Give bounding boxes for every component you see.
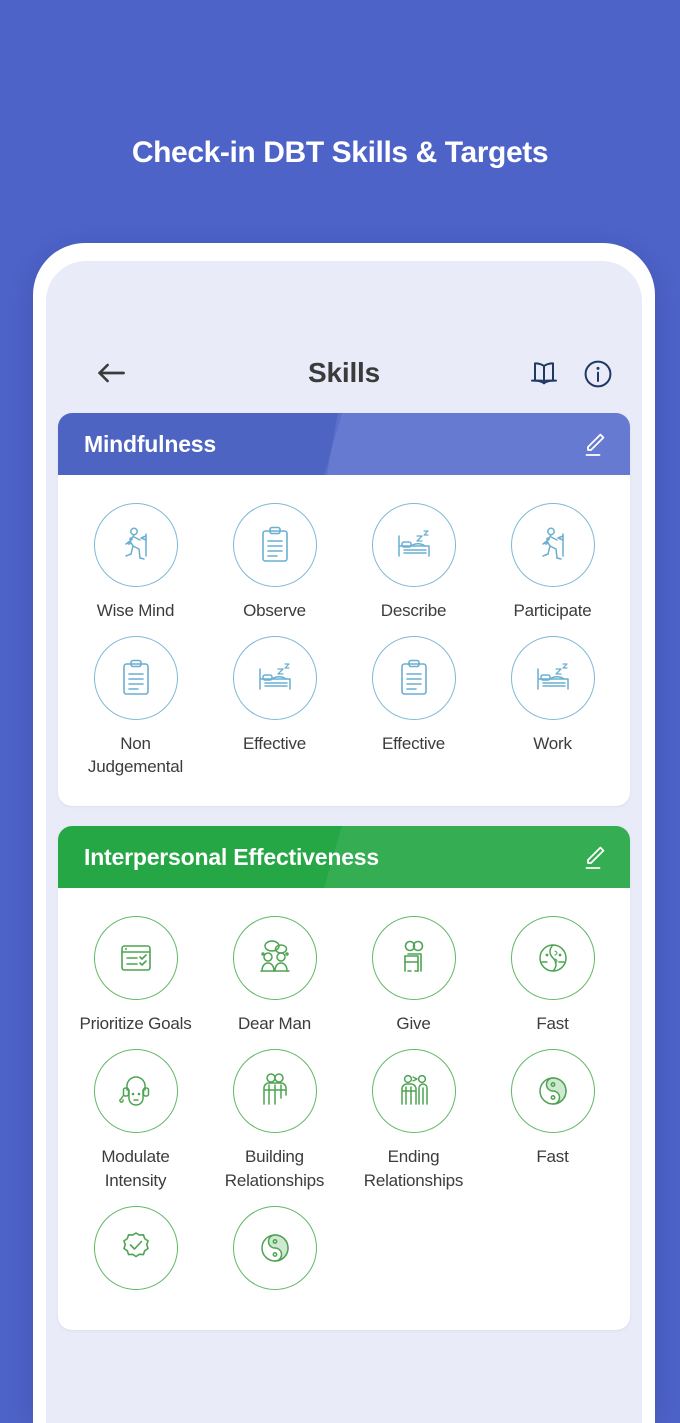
skill-icon-circle: [232, 1205, 317, 1290]
bed-sleep-icon: [530, 655, 576, 701]
clipboard-icon: [391, 655, 437, 701]
skill-label: Modulate Intensity: [101, 1147, 170, 1190]
checklist-window-icon: [113, 935, 159, 981]
people-at-desk-icon: [391, 935, 437, 981]
skill-work[interactable]: Work: [483, 636, 622, 784]
skill-wise-mind[interactable]: Wise Mind: [66, 503, 205, 628]
skill-dear-man[interactable]: Dear Man: [205, 916, 344, 1041]
two-people-talking-icon: [252, 935, 298, 981]
skill-yin-yang[interactable]: [205, 1205, 344, 1308]
skill-label: Fast: [536, 1014, 569, 1034]
check-badge-icon: [113, 1225, 159, 1271]
skill-participate[interactable]: Participate: [483, 503, 622, 628]
skill-label: Non Judgemental: [87, 734, 184, 777]
skill-icon-circle: [510, 1049, 595, 1134]
skill-modulate-intensity[interactable]: Modulate Intensity: [66, 1049, 205, 1197]
pencil-edit-icon[interactable]: [580, 843, 608, 871]
bed-sleep-icon: [391, 522, 437, 568]
phone-frame: Skills Mindfulness Wise Mind Observe Des…: [33, 243, 655, 1423]
info-icon[interactable]: [582, 358, 614, 390]
skill-effective-1[interactable]: Effective: [205, 636, 344, 784]
skill-label: Ending Relationships: [363, 1147, 464, 1190]
skill-label: Observe: [243, 601, 306, 620]
skill-non-judgemental[interactable]: Non Judgemental: [66, 636, 205, 784]
pencil-edit-icon[interactable]: [580, 430, 608, 458]
skill-icon-circle: [371, 503, 456, 587]
skill-label: Wise Mind: [96, 601, 175, 620]
two-people-together-icon: [252, 1068, 298, 1114]
section-card-interpersonal: Interpersonal Effectiveness Prioritize G…: [58, 826, 630, 1330]
section-header-interpersonal[interactable]: Interpersonal Effectiveness: [58, 826, 630, 889]
skill-prioritize-goals[interactable]: Prioritize Goals: [66, 916, 205, 1041]
section-header-mindfulness[interactable]: Mindfulness: [58, 413, 630, 475]
skill-icon-circle: [93, 1049, 178, 1134]
hiker-walking-icon: [530, 522, 576, 568]
skill-effective-2[interactable]: Effective: [344, 636, 483, 784]
skill-check-badge[interactable]: [66, 1205, 205, 1308]
skill-icon-circle: [93, 503, 178, 587]
skill-grid-interpersonal: Prioritize Goals Dear Man Give Fast Modu…: [58, 888, 630, 1329]
skill-icon-circle: [232, 916, 317, 1001]
skill-label: Effective: [242, 734, 307, 754]
skills-sections: Mindfulness Wise Mind Observe Describe P…: [46, 413, 642, 1330]
hiker-walking-icon: [113, 522, 159, 568]
page-title: Check-in DBT Skills & Targets: [131, 136, 549, 169]
skill-label: Fast: [536, 1147, 569, 1167]
yin-yang-icon: [252, 1225, 298, 1271]
skill-label: Describe: [380, 601, 447, 620]
skill-icon-circle: [510, 916, 595, 1001]
head-headphones-icon: [113, 1068, 159, 1114]
skill-label: Work: [533, 734, 572, 754]
skill-fast-1[interactable]: Fast: [483, 916, 622, 1041]
section-title: Interpersonal Effectiveness: [84, 843, 379, 870]
app-header: Skills: [46, 261, 642, 413]
skill-label: Prioritize Goals: [79, 1014, 192, 1034]
skill-icon-circle: [510, 636, 595, 721]
two-people-apart-icon: [391, 1068, 437, 1114]
skill-icon-circle: [510, 503, 595, 587]
skill-icon-circle: [371, 916, 456, 1001]
clipboard-icon: [113, 655, 159, 701]
section-title: Mindfulness: [84, 430, 216, 457]
skill-icon-circle: [371, 1049, 456, 1134]
skill-icon-circle: [93, 636, 178, 721]
skill-label: Participate: [513, 601, 592, 620]
skill-label: Dear Man: [237, 1014, 312, 1034]
skill-icon-circle: [232, 503, 317, 587]
skill-observe[interactable]: Observe: [205, 503, 344, 628]
skill-label: Give: [396, 1014, 431, 1034]
section-card-mindfulness: Mindfulness Wise Mind Observe Describe P…: [58, 413, 630, 807]
clipboard-icon: [252, 522, 298, 568]
bed-sleep-icon: [252, 655, 298, 701]
skill-icon-circle: [371, 636, 456, 721]
skill-describe[interactable]: Describe: [344, 503, 483, 628]
skill-give[interactable]: Give: [344, 916, 483, 1041]
yin-yang-icon: [530, 1068, 576, 1114]
skill-label: Building Relationships: [224, 1147, 325, 1190]
skill-fast-2[interactable]: Fast: [483, 1049, 622, 1197]
book-icon[interactable]: [528, 358, 560, 390]
header-actions: [528, 358, 614, 390]
skill-grid-mindfulness: Wise Mind Observe Describe Participate N…: [58, 475, 630, 806]
skill-icon-circle: [232, 1049, 317, 1134]
phone-screen: Skills Mindfulness Wise Mind Observe Des…: [46, 261, 642, 1423]
skill-icon-circle: [93, 1205, 178, 1290]
skill-ending-relationships[interactable]: Ending Relationships: [344, 1049, 483, 1197]
skill-label: Effective: [381, 734, 446, 754]
skill-building-relationships[interactable]: Building Relationships: [205, 1049, 344, 1197]
skill-icon-circle: [93, 916, 178, 1001]
skill-icon-circle: [232, 636, 317, 721]
split-face-icon: [530, 935, 576, 981]
